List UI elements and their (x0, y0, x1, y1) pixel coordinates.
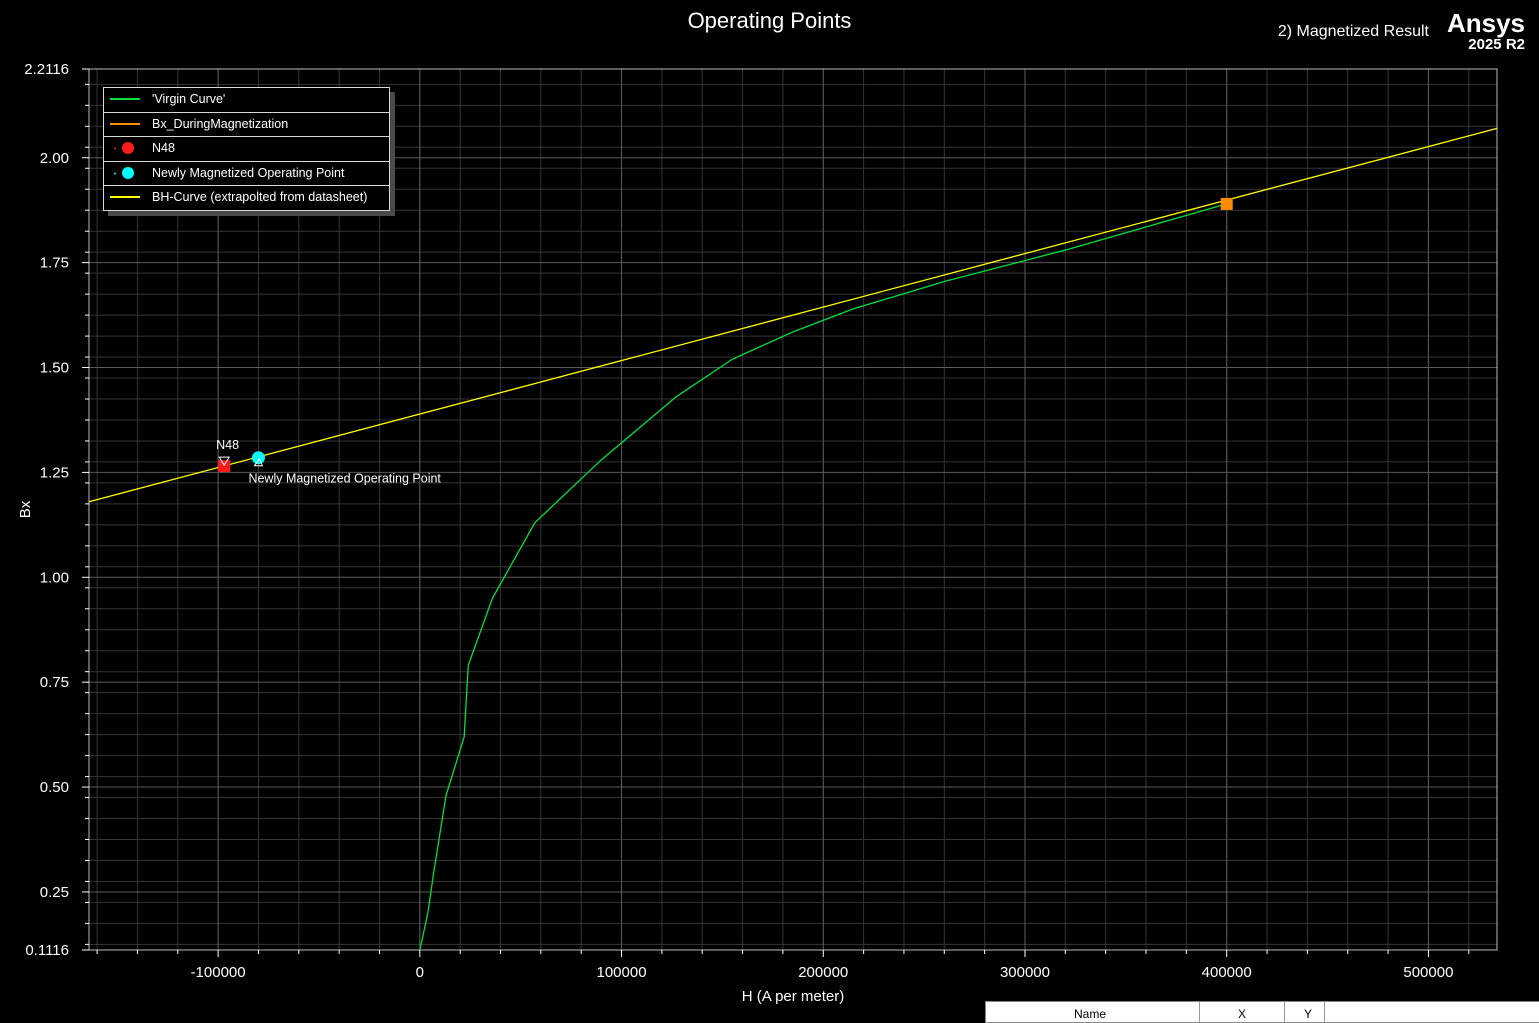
point-n48 (218, 460, 231, 473)
x-tick-label: 300000 (1000, 964, 1050, 981)
series-layer (88, 127, 1498, 951)
legend-label-newly: Newly Magnetized Operating Point (152, 165, 345, 180)
legend-item-newly[interactable]: Newly Magnetized Operating Point (104, 162, 389, 187)
x-tick-label: 200000 (798, 964, 848, 981)
point-newly-magnetized (251, 451, 265, 465)
legend-swatch-bh (110, 196, 140, 199)
brand-name: Ansys (1446, 8, 1525, 38)
table-col-x[interactable]: X (1238, 1007, 1246, 1021)
legend-item-virgin[interactable]: 'Virgin Curve' (104, 88, 389, 113)
point-bx-during-magnetization (1220, 197, 1233, 210)
design-name: 2) Magnetized Result (1277, 23, 1429, 40)
table-col-name[interactable]: Name (1074, 1007, 1106, 1021)
x-tick-label: 0 (416, 964, 424, 981)
annotation-n48: N48 (216, 438, 239, 452)
x-tick-label: 500000 (1403, 964, 1453, 981)
legend-swatch-virgin (110, 98, 140, 100)
y-tick-label: 0.1116 (25, 942, 69, 959)
x-axis-label: H (A per meter) (742, 988, 845, 1005)
x-tick-label: 100000 (597, 964, 647, 981)
y-tick-label: 0.50 (40, 779, 69, 796)
y-axis-label: Bx (17, 500, 34, 518)
y-tick-label: 2.2116 (24, 61, 69, 78)
legend-swatch-newly (114, 166, 134, 179)
legend-label-bh: BH-Curve (extrapolted from datasheet) (152, 190, 368, 205)
y-tick-label: 1.50 (40, 360, 69, 377)
legend[interactable]: 'Virgin Curve' Bx_DuringMagnetization N4… (103, 87, 390, 211)
y-tick-label: 2.00 (40, 150, 69, 167)
y-tick-label: 1.75 (40, 255, 69, 272)
legend-item-bh[interactable]: BH-Curve (extrapolted from datasheet) (104, 186, 389, 210)
table-col-y[interactable]: Y (1304, 1007, 1312, 1021)
annotation-newly-magnetized: Newly Magnetized Operating Point (248, 472, 441, 486)
legend-label-n48: N48 (152, 141, 175, 156)
legend-label-virgin: 'Virgin Curve' (152, 92, 226, 106)
data-table-header[interactable]: Name X Y (985, 1001, 1539, 1023)
legend-swatch-n48 (114, 142, 134, 155)
legend-item-during[interactable]: Bx_DuringMagnetization (104, 113, 389, 138)
y-tick-label: 1.25 (40, 464, 69, 481)
y-tick-label: 0.25 (40, 884, 69, 901)
legend-swatch-during (110, 122, 140, 125)
x-tick-label: 400000 (1202, 964, 1252, 981)
brand-logo: Ansys 2025 R2 (1447, 10, 1525, 52)
legend-item-n48[interactable]: N48 (104, 137, 389, 162)
legend-label-during: Bx_DuringMagnetization (152, 116, 289, 131)
y-tick-label: 0.75 (40, 674, 69, 691)
y-tick-label: 1.00 (40, 569, 69, 586)
brand-version: 2025 R2 (1468, 36, 1525, 53)
x-tick-label: -100000 (191, 964, 246, 981)
